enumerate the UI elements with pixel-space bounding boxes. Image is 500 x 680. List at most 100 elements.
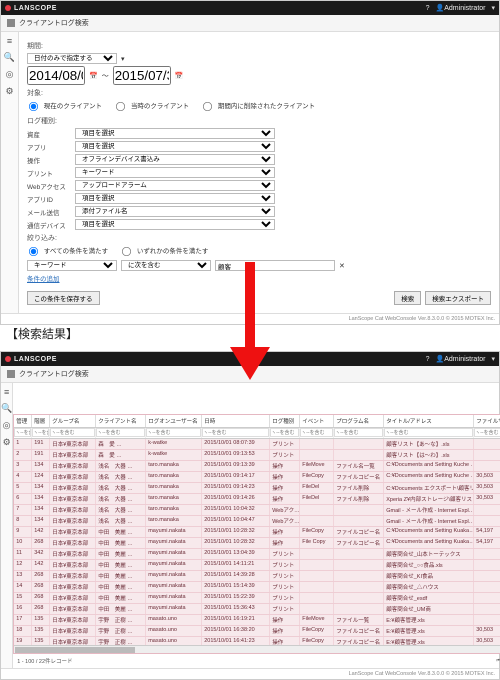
table-row[interactable]: 11342日本¥東京本部中田 美麗 …mayumi.nakata2015/10/… (14, 549, 500, 560)
cell: 14 (14, 582, 32, 592)
target-radio[interactable]: 期間内に削除されたクライアント (201, 100, 315, 113)
date-to-input[interactable] (113, 66, 171, 85)
help-icon[interactable]: ? (426, 356, 430, 363)
remove-cond-icon[interactable]: ✕ (339, 262, 345, 270)
table-row[interactable]: 8134日本¥東京本部浅名 大器 …taro.manaka2015/10/01 … (14, 516, 500, 527)
pager-first-icon[interactable]: ⏮ (496, 658, 500, 665)
col-header[interactable]: ファイルサイズ (KB) (474, 415, 500, 427)
refine-field-select[interactable]: キーワード (27, 260, 117, 271)
table-row[interactable]: 9142日本¥東京本部中田 美麗 …mayumi.nakata2015/10/0… (14, 527, 500, 538)
period-mode-select[interactable]: 日付のみで指定する (27, 53, 117, 64)
horizontal-scrollbar[interactable] (14, 645, 500, 653)
brand-dot-icon (5, 5, 11, 11)
logtype-select[interactable]: オフラインデバイス書込み (75, 154, 275, 165)
pager-range: 1 - 100 / 22件レコード (17, 657, 72, 665)
col-filter-input[interactable] (334, 428, 383, 437)
save-condition-button[interactable]: この条件を保存する (27, 291, 100, 305)
table-row[interactable]: 5134日本¥東京本部浅名 大器 …taro.manaka2015/10/01 … (14, 483, 500, 494)
table-row[interactable]: 14268日本¥東京本部中田 美麗 …mayumi.nakata2015/10/… (14, 582, 500, 593)
refine-radio[interactable]: すべての条件を満たす (27, 245, 108, 258)
user-icon[interactable]: 👤 (436, 4, 445, 12)
dropdown-icon[interactable]: ▾ (491, 355, 495, 363)
col-filter-input[interactable] (32, 428, 49, 437)
refine-value-input[interactable] (215, 260, 335, 271)
logtype-select[interactable]: 項目を選択 (75, 193, 275, 204)
cell: 宇野 正樹 … (96, 615, 146, 625)
col-filter-input[interactable] (202, 428, 269, 437)
table-row[interactable]: 18135日本¥東京本部宇野 正樹 …masato.uno2015/10/01 … (14, 626, 500, 637)
user-icon[interactable]: 👤 (436, 355, 445, 363)
cell: mayumi.nakata (146, 538, 202, 548)
brand-name: LANSCOPE (14, 5, 57, 12)
sidebar-gear-icon[interactable]: ⚙ (3, 437, 11, 448)
refine-radio[interactable]: いずれかの条件を満たす (120, 245, 208, 258)
logtype-select[interactable]: 項目を選択 (75, 141, 275, 152)
table-row[interactable]: 13268日本¥東京本部中田 美麗 …mayumi.nakata2015/10/… (14, 571, 500, 582)
table-row[interactable]: 15268日本¥東京本部中田 美麗 …mayumi.nakata2015/10/… (14, 593, 500, 604)
table-row[interactable]: 3134日本¥東京本部浅名 大器 …taro.manaka2015/10/01 … (14, 461, 500, 472)
add-condition-link[interactable]: 条件の追加 (27, 273, 60, 283)
table-row[interactable]: 17135日本¥東京本部宇野 正樹 …masato.uno2015/10/01 … (14, 615, 500, 626)
col-filter-input[interactable] (50, 428, 95, 437)
cell: 浅名 大器 … (96, 461, 146, 471)
cell: 17 (14, 615, 32, 625)
col-header[interactable]: プログラム名 (334, 415, 384, 427)
table-row[interactable]: 10268日本¥東京本部中田 美麗 …mayumi.nakata2015/10/… (14, 538, 500, 549)
cell: taro.manaka (146, 505, 202, 515)
target-radio[interactable]: 当時のクライアント (114, 100, 189, 113)
calendar-icon[interactable]: 📅 (175, 72, 184, 80)
help-icon[interactable]: ? (426, 5, 430, 12)
logtype-select[interactable]: キーワード (75, 167, 275, 178)
cell: 268 (32, 593, 50, 603)
calendar-icon[interactable]: 📅 (89, 72, 98, 80)
table-row[interactable]: 2191日本¥東京本部森 愛 …k-watke2015/10/01 09:13:… (14, 450, 500, 461)
col-filter-input[interactable] (300, 428, 333, 437)
refine-cond-select[interactable]: に次を含む (121, 260, 211, 271)
col-header[interactable]: 日時 (202, 415, 270, 427)
table-row[interactable]: 16268日本¥東京本部中田 美麗 …mayumi.nakata2015/10/… (14, 604, 500, 615)
date-from-input[interactable] (27, 66, 85, 85)
sidebar-gear-icon[interactable]: ⚙ (5, 86, 13, 97)
col-header[interactable]: グループ名 (50, 415, 96, 427)
col-header[interactable]: ログ種別 (270, 415, 300, 427)
col-filter-input[interactable] (96, 428, 145, 437)
export-button[interactable]: 検索エクスポート (425, 291, 491, 305)
col-header[interactable]: タイトル/アドレス (384, 415, 474, 427)
cell: 浅名 大器 … (96, 494, 146, 504)
page-header-2: クライアントログ検索 (1, 366, 499, 383)
col-header[interactable]: イベント (300, 415, 334, 427)
col-header[interactable]: ログオンユーザー名 (146, 415, 202, 427)
col-filter-input[interactable] (270, 428, 299, 437)
sidebar-target-icon[interactable]: ◎ (3, 420, 11, 431)
logtype-select[interactable]: 添付ファイル名 (75, 206, 275, 217)
user-label[interactable]: Administrator (444, 356, 485, 363)
col-header[interactable]: 管理 (14, 415, 32, 427)
logtype-label: ログ種別: (27, 116, 491, 126)
col-header[interactable]: クライアント名 (96, 415, 146, 427)
target-radio[interactable]: 現在のクライアント (27, 100, 102, 113)
sidebar-search-icon[interactable]: 🔍 (4, 52, 15, 63)
table-row[interactable]: 7134日本¥東京本部浅名 大器 …taro.manaka2015/10/01 … (14, 505, 500, 516)
table-row[interactable]: 4124日本¥東京本部浅名 大器 …taro.manaka2015/10/01 … (14, 472, 500, 483)
logtype-select[interactable]: アップロードアラーム (75, 180, 275, 191)
logtype-select[interactable]: 項目を選択 (75, 128, 275, 139)
col-header[interactable]: 階層 (32, 415, 50, 427)
table-row[interactable]: 1191日本¥東京本部森 愛 …k-watke2015/10/01 08:07:… (14, 439, 500, 450)
user-label[interactable]: Administrator (444, 5, 485, 12)
dropdown-icon[interactable]: ▾ (491, 4, 495, 12)
cell: 134 (32, 494, 50, 504)
cell (334, 582, 384, 592)
col-filter-input[interactable] (384, 428, 473, 437)
search-button[interactable]: 検索 (394, 291, 421, 305)
sidebar-search-icon[interactable]: 🔍 (1, 403, 12, 414)
logtype-select[interactable]: 項目を選択 (75, 219, 275, 230)
col-filter-input[interactable] (14, 428, 31, 437)
sidebar-list-icon[interactable]: ≡ (7, 36, 12, 46)
cell: FileCopy (300, 472, 334, 482)
col-filter-input[interactable] (146, 428, 201, 437)
table-row[interactable]: 12142日本¥東京本部中田 美麗 …mayumi.nakata2015/10/… (14, 560, 500, 571)
sidebar-target-icon[interactable]: ◎ (6, 69, 14, 80)
table-row[interactable]: 6134日本¥東京本部浅名 大器 …taro.manaka2015/10/01 … (14, 494, 500, 505)
col-filter-input[interactable] (474, 428, 500, 437)
sidebar-list-icon[interactable]: ≡ (4, 387, 9, 397)
